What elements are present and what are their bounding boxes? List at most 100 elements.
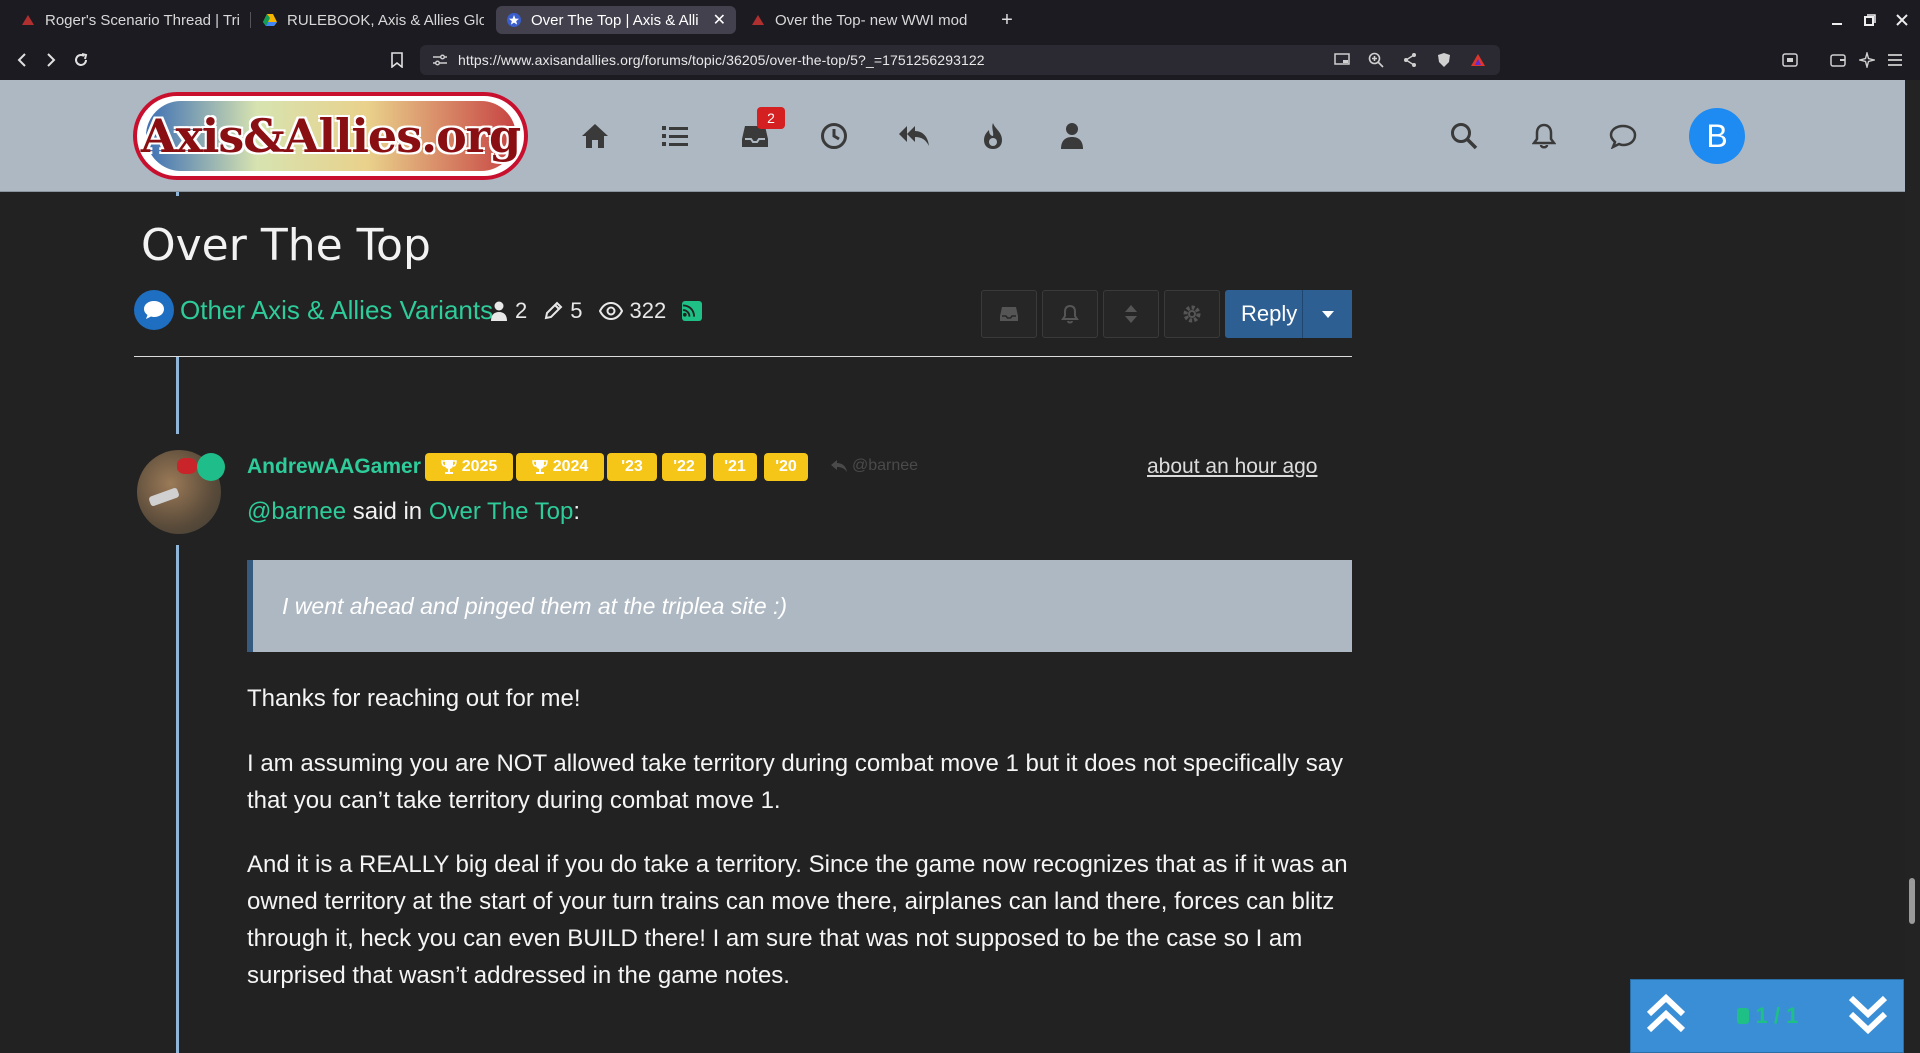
close-window-icon[interactable]	[1887, 8, 1917, 32]
avatar-detail	[148, 487, 180, 507]
tab-label: Over the Top- new WWI mod	[775, 11, 968, 29]
rss-icon[interactable]	[682, 301, 703, 321]
posts-stat: 5	[543, 298, 583, 324]
post-author[interactable]: AndrewAAGamer	[247, 455, 421, 479]
year-badge[interactable]: '21	[713, 453, 757, 481]
rewards-icon[interactable]	[1468, 51, 1488, 69]
sort-button[interactable]	[1103, 290, 1159, 338]
quoted-topic-link[interactable]: Over The Top	[429, 498, 574, 525]
quote-text: I went ahead and pinged them at the trip…	[282, 592, 788, 619]
forward-icon[interactable]	[38, 48, 64, 72]
home-icon[interactable]	[577, 118, 613, 154]
browser-tab-4[interactable]: Over the Top- new WWI mod	[740, 6, 980, 34]
posters-count: 2	[515, 298, 528, 323]
gear-icon	[1183, 305, 1201, 323]
clock-icon[interactable]	[816, 118, 852, 154]
quote-colon: :	[573, 498, 581, 525]
minimize-icon[interactable]	[1822, 8, 1852, 32]
blockquote: I went ahead and pinged them at the trip…	[247, 560, 1352, 652]
topic-tools-button[interactable]	[1164, 290, 1220, 338]
list-icon[interactable]	[657, 118, 693, 154]
quote-header: @barnee said in Over The Top:	[247, 498, 580, 526]
views-stat: 322	[598, 298, 667, 324]
new-tab-button[interactable]: +	[993, 6, 1021, 34]
thread-line	[176, 192, 179, 196]
reload-icon[interactable]	[68, 48, 94, 72]
wallet-icon[interactable]	[1825, 48, 1851, 72]
trophy-icon	[440, 460, 457, 474]
thread-line	[176, 545, 179, 1053]
year-badge[interactable]: '23	[607, 453, 657, 481]
browser-tab-2[interactable]: RULEBOOK, Axis & Allies Glo	[252, 6, 494, 34]
category-link[interactable]: Other Axis & Allies Variants	[180, 295, 493, 326]
user-icon[interactable]	[1054, 118, 1090, 154]
menu-icon[interactable]	[1882, 48, 1908, 72]
fire-icon[interactable]	[975, 118, 1011, 154]
user-avatar[interactable]: B	[1689, 108, 1745, 164]
restore-icon[interactable]	[1855, 8, 1885, 32]
scroll-bottom-icon[interactable]	[1847, 992, 1889, 1041]
back-icon[interactable]	[9, 48, 35, 72]
scroll-top-icon[interactable]	[1645, 992, 1687, 1041]
reply-options-button[interactable]	[1302, 290, 1352, 338]
cast-icon[interactable]	[1332, 51, 1352, 69]
post-paragraph: I am assuming you are NOT allowed take t…	[247, 750, 1344, 814]
eye-icon	[598, 302, 623, 320]
quoted-user-link[interactable]: @barnee	[247, 498, 346, 525]
axis-allies-icon	[750, 12, 766, 28]
category-icon[interactable]	[134, 290, 174, 330]
browser-nav-bar: https://www.axisandallies.org/forums/top…	[0, 40, 1920, 80]
post-count-text: 1 / 1	[1755, 1003, 1799, 1028]
google-drive-icon	[262, 12, 278, 28]
bookmark-icon[interactable]	[384, 48, 410, 72]
user-icon	[491, 301, 507, 321]
year-badge[interactable]: '22	[662, 453, 706, 481]
tab-separator	[250, 12, 251, 28]
post-icon	[1736, 1008, 1749, 1024]
reply-to-user: @barnee	[852, 457, 919, 474]
topic-header-divider	[134, 356, 1352, 357]
share-icon[interactable]	[1400, 51, 1420, 69]
notification-badge: 2	[757, 107, 785, 129]
thread-line	[176, 357, 179, 434]
post-paragraph: Thanks for reaching out for me!	[247, 685, 581, 712]
search-icon[interactable]	[1446, 118, 1482, 154]
scrollbar-thumb[interactable]	[1909, 878, 1915, 924]
views-count: 322	[629, 298, 667, 323]
logo-text: Axis&Allies.org	[140, 109, 521, 163]
post-paragraph: And it is a REALLY big deal if you do ta…	[247, 851, 1348, 989]
avatar-detail	[177, 458, 197, 474]
post-timestamp[interactable]: about an hour ago	[1147, 455, 1317, 479]
reply-to-link[interactable]: @barnee	[830, 457, 918, 475]
chat-icon[interactable]	[1605, 118, 1641, 154]
site-logo[interactable]: Axis&Allies.org	[133, 92, 528, 180]
watch-button[interactable]	[1042, 290, 1098, 338]
tab-label: Over The Top | Axis & Alli	[531, 11, 699, 29]
topic-title: Over The Top	[141, 220, 431, 271]
inbox-icon	[1000, 307, 1018, 321]
sort-icon	[1125, 305, 1137, 323]
site-star-icon	[506, 12, 522, 28]
browser-tab-3[interactable]: Over The Top | Axis & Alli ✕	[496, 6, 736, 34]
reply-icon	[831, 460, 847, 472]
tab-label: Roger's Scenario Thread | Tri	[45, 11, 240, 29]
trophy-badge[interactable]: 2025	[425, 453, 513, 481]
close-tab-icon[interactable]: ✕	[713, 10, 726, 30]
mark-unread-button[interactable]	[981, 290, 1037, 338]
reply-all-icon[interactable]	[896, 118, 932, 154]
address-bar[interactable]: https://www.axisandallies.org/forums/top…	[420, 45, 1500, 75]
bell-icon[interactable]	[1526, 118, 1562, 154]
year-badge[interactable]: '20	[764, 453, 808, 481]
reader-icon[interactable]	[1777, 48, 1803, 72]
browser-tab-1[interactable]: Roger's Scenario Thread | Tri	[10, 6, 250, 34]
badge-label: 2025	[461, 458, 498, 475]
post-counter[interactable]: 1 / 1	[1736, 1003, 1799, 1029]
posters-stat: 2	[490, 298, 527, 324]
leo-ai-icon[interactable]	[1854, 48, 1880, 72]
zoom-icon[interactable]	[1366, 51, 1386, 69]
brave-shield-icon[interactable]	[1434, 51, 1454, 69]
browser-tab-bar: Roger's Scenario Thread | Tri RULEBOOK, …	[0, 0, 1920, 40]
caret-down-icon	[1321, 311, 1334, 318]
site-info-icon[interactable]	[430, 51, 450, 69]
trophy-badge[interactable]: 2024	[516, 453, 604, 481]
